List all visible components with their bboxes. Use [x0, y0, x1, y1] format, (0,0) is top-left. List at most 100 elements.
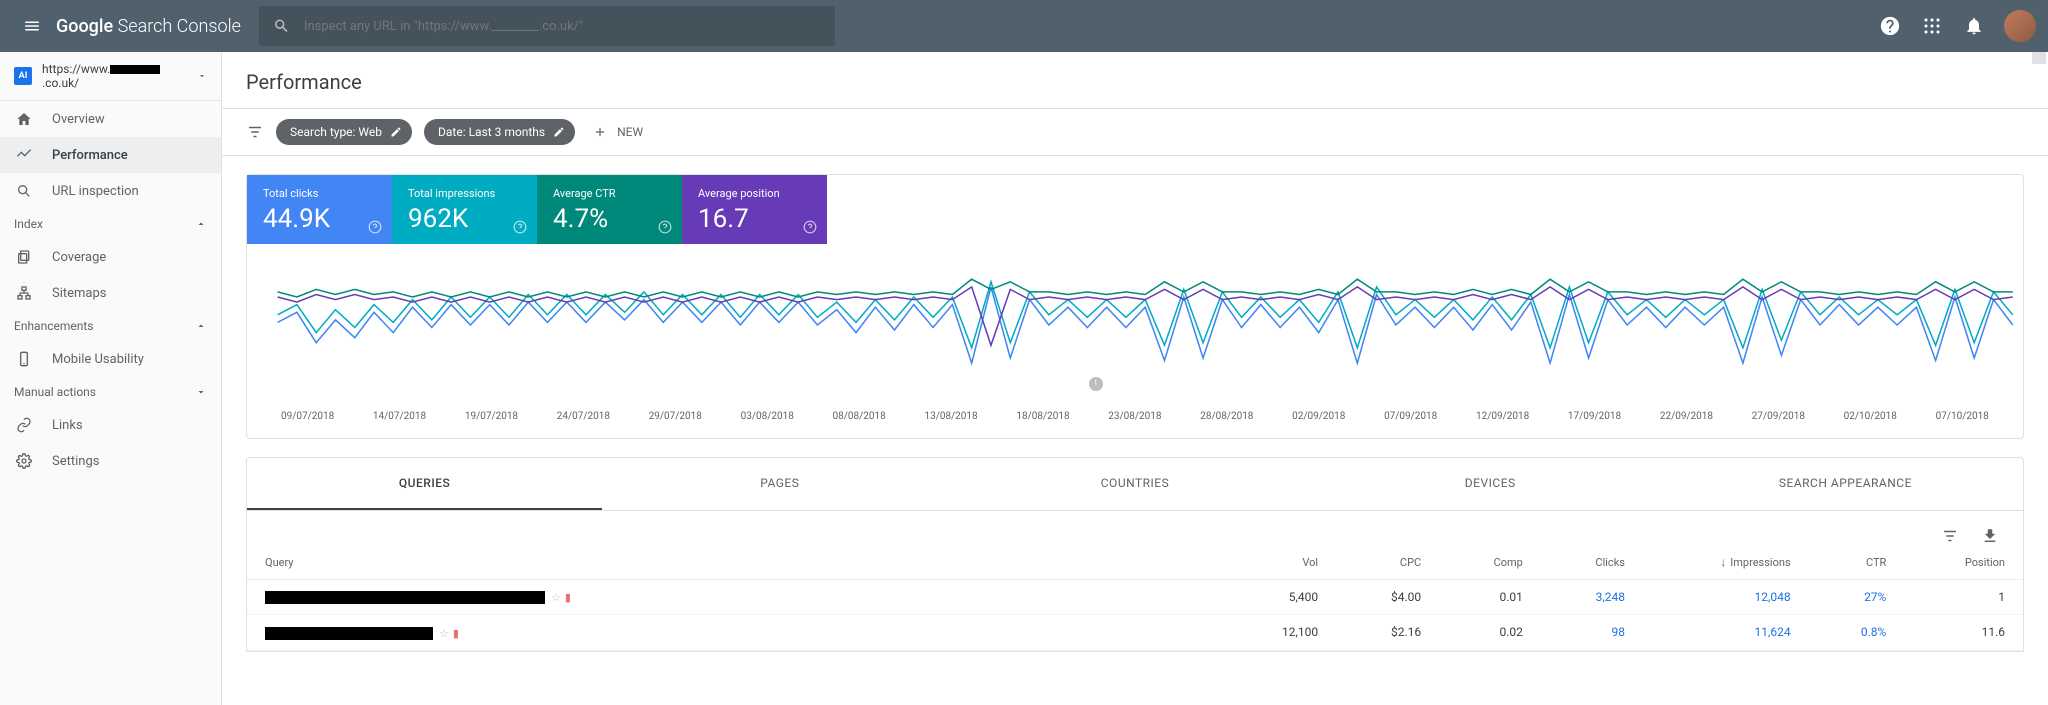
page-title: Performance: [222, 52, 2048, 108]
x-tick: 02/10/2018: [1844, 411, 1897, 422]
help-icon[interactable]: [658, 220, 672, 234]
sidebar-section-label: Index: [14, 217, 43, 231]
sidebar-item-sitemaps[interactable]: Sitemaps: [0, 275, 221, 311]
sidebar-item-mobile-usability[interactable]: Mobile Usability: [0, 341, 221, 377]
tab-queries[interactable]: QUERIES: [247, 458, 602, 510]
x-tick: 13/08/2018: [924, 411, 977, 422]
x-tick: 17/09/2018: [1568, 411, 1621, 422]
user-avatar[interactable]: [2004, 10, 2036, 42]
filter-chip-search-type[interactable]: Search type: Web: [276, 119, 412, 145]
filter-icon[interactable]: [246, 123, 264, 141]
col-cpc[interactable]: CPC: [1336, 545, 1439, 580]
sidebar-item-label: Overview: [52, 112, 105, 127]
sidebar-section-index[interactable]: Index: [0, 209, 221, 239]
delete-icon[interactable]: ▮: [453, 627, 459, 640]
chevron-down-icon: [195, 386, 207, 398]
chart-card: Total clicks 44.9K Total impressions 962…: [246, 174, 2024, 439]
metric-value: 44.9K: [263, 204, 376, 234]
redacted-query: [265, 591, 545, 604]
url-inspect-search[interactable]: [259, 6, 835, 46]
help-icon[interactable]: [1878, 14, 1902, 38]
hamburger-menu-icon[interactable]: [12, 6, 52, 46]
plus-icon: [593, 125, 607, 139]
chart-series-total-impressions: [278, 282, 2013, 348]
table-filter-icon[interactable]: [1941, 527, 1959, 545]
col-vol[interactable]: Vol: [1224, 545, 1336, 580]
metric-card-position[interactable]: Average position 16.7: [682, 175, 827, 244]
sidebar: AI https://www..co.uk/ Overview Performa…: [0, 52, 222, 705]
apps-icon[interactable]: [1920, 14, 1944, 38]
notifications-icon[interactable]: [1962, 14, 1986, 38]
logo-brand: Google: [56, 16, 113, 37]
chart-series-average-ctr: [278, 279, 2013, 297]
metric-label: Average position: [698, 187, 811, 200]
redacted-query: [265, 627, 433, 640]
sidebar-section-enhancements[interactable]: Enhancements: [0, 311, 221, 341]
cell-impressions[interactable]: 11,624: [1643, 615, 1809, 650]
sidebar-item-label: Coverage: [52, 250, 106, 265]
filter-chip-date[interactable]: Date: Last 3 months: [424, 119, 575, 145]
metric-label: Total impressions: [408, 187, 521, 200]
logo-product: Search Console: [118, 16, 241, 37]
cell-vol: 5,400: [1224, 580, 1336, 615]
star-icon[interactable]: ☆: [551, 591, 561, 604]
cell-clicks[interactable]: 98: [1541, 615, 1643, 650]
pencil-icon: [553, 126, 565, 138]
delete-icon[interactable]: ▮: [565, 591, 571, 604]
sidebar-section-manual-actions[interactable]: Manual actions: [0, 377, 221, 407]
x-tick: 22/09/2018: [1660, 411, 1713, 422]
sidebar-item-links[interactable]: Links: [0, 407, 221, 443]
chip-label: Search type: Web: [290, 125, 382, 139]
cell-impressions[interactable]: 12,048: [1643, 580, 1809, 615]
sidebar-item-performance[interactable]: Performance: [0, 137, 221, 173]
table-row[interactable]: ☆▮5,400$4.000.013,24812,04827%1: [247, 580, 2023, 615]
performance-chart[interactable]: [247, 244, 2023, 399]
cell-cpc: $2.16: [1336, 615, 1439, 650]
sidebar-item-label: URL inspection: [52, 184, 139, 199]
tab-countries[interactable]: COUNTRIES: [957, 458, 1312, 510]
help-icon[interactable]: [803, 220, 817, 234]
tab-search-appearance[interactable]: SEARCH APPEARANCE: [1668, 458, 2023, 510]
chart-annotation-badge[interactable]: !: [1089, 377, 1103, 391]
cell-clicks[interactable]: 3,248: [1541, 580, 1643, 615]
sidebar-item-coverage[interactable]: Coverage: [0, 239, 221, 275]
url-inspect-input[interactable]: [304, 19, 821, 34]
star-icon[interactable]: ☆: [439, 627, 449, 640]
sidebar-item-settings[interactable]: Settings: [0, 443, 221, 479]
col-clicks[interactable]: Clicks: [1541, 545, 1643, 580]
metric-label: Total clicks: [263, 187, 376, 200]
col-ctr[interactable]: CTR: [1809, 545, 1905, 580]
property-selector[interactable]: AI https://www..co.uk/: [0, 52, 221, 101]
sidebar-item-url-inspection[interactable]: URL inspection: [0, 173, 221, 209]
sidebar-item-label: Sitemaps: [52, 286, 107, 301]
scrollbar-up-indicator[interactable]: [2032, 52, 2046, 64]
topbar: Google Search Console: [0, 0, 2048, 52]
download-icon[interactable]: [1981, 527, 1999, 545]
col-position[interactable]: Position: [1904, 545, 2023, 580]
cell-ctr[interactable]: 27%: [1809, 580, 1905, 615]
filters-row: Search type: Web Date: Last 3 months NEW: [222, 109, 2048, 155]
x-tick: 08/08/2018: [833, 411, 886, 422]
sidebar-item-overview[interactable]: Overview: [0, 101, 221, 137]
phone-icon: [14, 349, 34, 369]
x-tick: 12/09/2018: [1476, 411, 1529, 422]
table-row[interactable]: ☆▮12,100$2.160.029811,6240.8%11.6: [247, 615, 2023, 650]
col-query[interactable]: Query: [247, 545, 1224, 580]
chevron-up-icon: [195, 218, 207, 230]
x-tick: 07/10/2018: [1936, 411, 1989, 422]
tab-devices[interactable]: DEVICES: [1313, 458, 1668, 510]
pencil-icon: [390, 126, 402, 138]
help-icon[interactable]: [368, 220, 382, 234]
metric-card-ctr[interactable]: Average CTR 4.7%: [537, 175, 682, 244]
metric-card-clicks[interactable]: Total clicks 44.9K: [247, 175, 392, 244]
sidebar-item-label: Settings: [52, 454, 99, 469]
col-impressions[interactable]: ↓Impressions: [1643, 545, 1809, 580]
add-filter-button[interactable]: NEW: [593, 125, 643, 139]
sidebar-item-label: Mobile Usability: [52, 352, 144, 367]
magnifier-icon: [14, 181, 34, 201]
col-comp[interactable]: Comp: [1439, 545, 1541, 580]
tab-pages[interactable]: PAGES: [602, 458, 957, 510]
help-icon[interactable]: [513, 220, 527, 234]
cell-ctr[interactable]: 0.8%: [1809, 615, 1905, 650]
metric-card-impressions[interactable]: Total impressions 962K: [392, 175, 537, 244]
